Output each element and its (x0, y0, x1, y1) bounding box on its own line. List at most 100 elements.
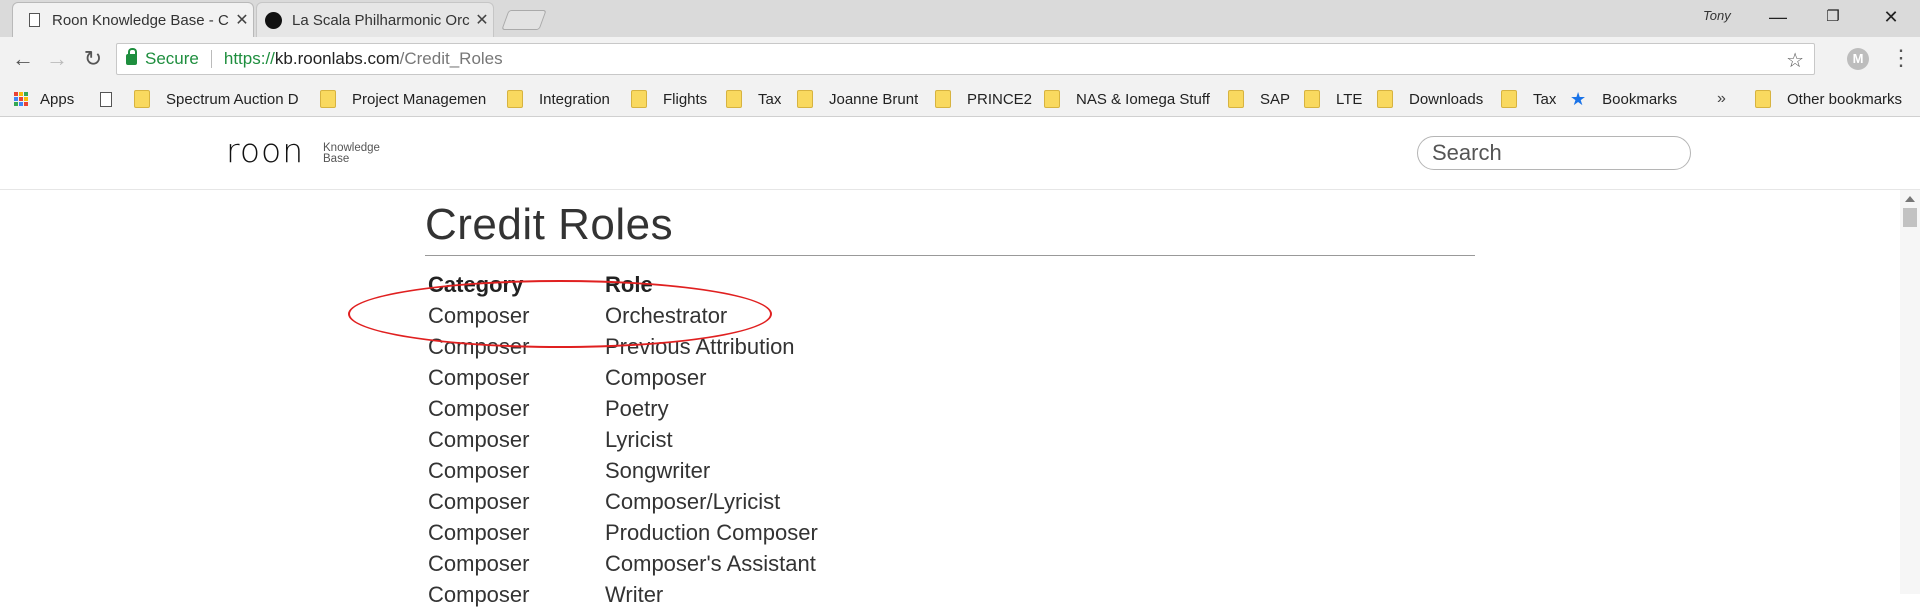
column-header-role: Role (605, 272, 653, 297)
table-row: Composer Songwriter (425, 456, 1475, 487)
category-cell: Composer (428, 582, 530, 607)
tab-title: Roon Knowledge Base - C (52, 11, 229, 29)
page-icon (100, 91, 112, 107)
bookmark-folder-flights[interactable]: Flights (631, 81, 707, 117)
vertical-scrollbar[interactable] (1900, 190, 1920, 594)
scroll-up-arrow-icon[interactable] (1905, 196, 1915, 202)
reload-icon[interactable]: ↻ (78, 45, 108, 73)
restore-icon[interactable]: ❐ (1818, 4, 1848, 30)
table-row: Composer Orchestrator (425, 301, 1475, 332)
role-cell: Previous Attribution (605, 334, 795, 359)
bookmark-label: PRINCE2 (967, 90, 1033, 108)
bookmark-folder-nas[interactable]: NAS & Iomega Stuff (1044, 81, 1210, 117)
role-cell: Production Composer (605, 520, 818, 545)
column-header-category: Category (428, 272, 524, 297)
folder-icon (1755, 90, 1771, 108)
bookmark-folder-downloads[interactable]: Downloads (1377, 81, 1483, 117)
close-window-icon[interactable]: ✕ (1876, 4, 1906, 30)
bookmark-label: Apps (40, 90, 75, 108)
table-header-row: Category Role (425, 270, 1475, 301)
roon-logo[interactable]: roon (226, 131, 304, 170)
bookmark-folder-project-management[interactable]: Project Managemen (320, 81, 492, 117)
site-header: roon Knowledge Base Search (0, 117, 1920, 190)
apps-grid-icon (14, 92, 28, 106)
role-cell: Composer (605, 365, 707, 390)
bookmark-folder-prince2[interactable]: PRINCE2 (935, 81, 1032, 117)
lock-icon (126, 47, 137, 65)
divider (210, 50, 212, 68)
tab-la-scala[interactable]: La Scala Philharmonic Orc ✕ (256, 2, 494, 37)
bookmark-label: Integration (539, 90, 610, 108)
tab-strip: Roon Knowledge Base - C ✕ La Scala Philh… (0, 0, 1920, 37)
bookmark-other-bookmarks[interactable]: Other bookmarks (1755, 81, 1902, 117)
bookmark-folder-joanne-brunt[interactable]: Joanne Brunt (797, 81, 918, 117)
title-divider (425, 255, 1475, 256)
profile-name[interactable]: Tony (1703, 8, 1731, 23)
close-icon[interactable]: ✕ (231, 10, 253, 30)
folder-icon (726, 90, 742, 108)
category-cell: Composer (428, 551, 530, 576)
url-path: /Credit_Roles (399, 49, 503, 68)
bookmark-label: Project Managemen (352, 90, 487, 108)
role-cell: Songwriter (605, 458, 711, 483)
bookmark-apps[interactable]: Apps (14, 81, 74, 117)
table-row: Composer Previous Attribution (425, 332, 1475, 363)
bookmark-star-icon[interactable]: ☆ (1786, 48, 1804, 73)
main-content: Credit Roles Category Role Composer Orch… (425, 190, 1475, 611)
browser-chrome: Roon Knowledge Base - C ✕ La Scala Philh… (0, 0, 1920, 117)
table-row: Composer Composer's Assistant (425, 549, 1475, 580)
bookmark-label: Tax (1533, 90, 1557, 108)
bookmark-page[interactable] (100, 81, 134, 117)
category-cell: Composer (428, 520, 530, 545)
tab-roon-knowledge-base[interactable]: Roon Knowledge Base - C ✕ (12, 2, 254, 37)
category-cell: Composer (428, 365, 530, 390)
page-title: Credit Roles (425, 200, 674, 249)
bookmark-folder-tax[interactable]: Tax (726, 81, 781, 117)
table-row: Composer Production Composer (425, 518, 1475, 549)
bookmark-folder-tax-2[interactable]: Tax (1501, 81, 1556, 117)
bookmark-label: SAP (1260, 90, 1291, 108)
category-cell: Composer (428, 396, 530, 421)
bookmark-folder-lte[interactable]: LTE (1304, 81, 1362, 117)
bookmarks-overflow-button[interactable]: » (1717, 81, 1726, 117)
category-cell: Composer (428, 427, 530, 452)
folder-icon (1228, 90, 1244, 108)
bookmark-label: Spectrum Auction D (166, 90, 299, 108)
bookmark-label: Other bookmarks (1787, 90, 1903, 108)
bookmark-bookmarks[interactable]: ★ Bookmarks (1570, 81, 1677, 117)
url-host: kb.roonlabs.com (274, 49, 400, 68)
search-input[interactable]: Search (1417, 136, 1691, 170)
folder-icon (1377, 90, 1393, 108)
address-bar[interactable]: Secure https:// kb.roonlabs.com /Credit_… (116, 43, 1815, 75)
logo-subtitle-line2: Base (323, 153, 350, 165)
minimize-icon[interactable]: — (1763, 4, 1793, 30)
star-icon: ★ (1570, 88, 1587, 109)
bookmark-label: Tax (758, 90, 782, 108)
roon-logo-icon (265, 11, 282, 29)
folder-icon (935, 90, 951, 108)
folder-icon (1501, 90, 1517, 108)
bookmark-label: Downloads (1409, 90, 1484, 108)
secure-label: Secure (145, 49, 199, 68)
bookmark-folder-spectrum[interactable]: Spectrum Auction D (134, 81, 302, 117)
extension-icon[interactable]: M (1847, 48, 1869, 70)
credit-roles-table: Category Role Composer Orchestrator Comp… (425, 270, 1475, 611)
bookmark-label: LTE (1336, 90, 1363, 108)
table-row: Composer Writer (425, 580, 1475, 611)
scroll-thumb[interactable] (1903, 208, 1917, 227)
forward-arrow-icon[interactable]: → (42, 45, 72, 73)
url-scheme: https:// (223, 49, 275, 68)
folder-icon (134, 90, 150, 108)
role-cell: Composer's Assistant (605, 551, 816, 576)
web-page: roon Knowledge Base Search Credit Roles … (0, 117, 1920, 607)
back-arrow-icon[interactable]: ← (8, 45, 38, 73)
close-icon[interactable]: ✕ (471, 10, 493, 30)
new-tab-button[interactable] (501, 10, 547, 30)
bookmark-folder-integration[interactable]: Integration (507, 81, 610, 117)
category-cell: Composer (428, 303, 530, 328)
menu-dots-icon[interactable]: ⋮ (1890, 45, 1912, 71)
folder-icon (631, 90, 647, 108)
bookmark-label: Flights (663, 90, 708, 108)
bookmark-folder-sap[interactable]: SAP (1228, 81, 1290, 117)
category-cell: Composer (428, 334, 530, 359)
